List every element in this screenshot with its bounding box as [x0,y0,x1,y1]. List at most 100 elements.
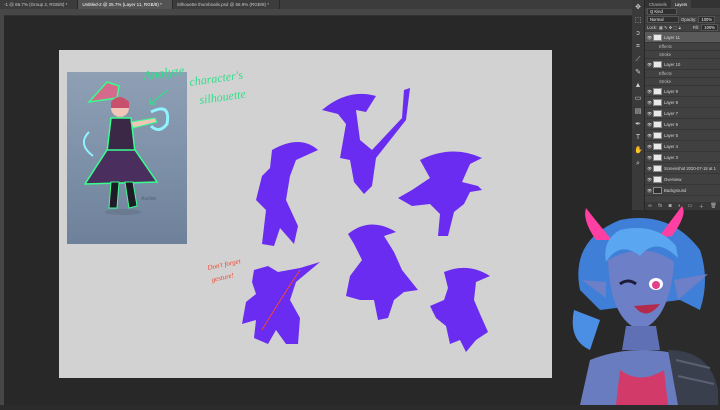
layer-effect-row[interactable]: Stroke [645,78,720,86]
silhouette-4 [242,262,320,344]
lock-row: Lock: ▦ ✎ ✥ ⬚ 🔒︎ Fill: 100% [645,24,720,32]
visibility-eye-icon[interactable]: 👁︎ [647,166,652,171]
layer-row[interactable]: 👁︎ Screenshot 2020-07-18 at 1 [645,163,720,174]
layer-name: Background [664,187,687,193]
layer-thumbnail [653,142,662,150]
type-icon[interactable]: T [634,134,642,142]
fill-field[interactable]: 100% [701,24,718,31]
layer-row[interactable]: 👁︎ Overview [645,174,720,185]
lasso-icon[interactable]: ↄ [634,30,642,38]
layer-thumbnail [653,98,662,106]
pen-icon[interactable]: ✒ [634,121,642,129]
streamer-avatar [560,200,720,405]
silhouette-2 [256,142,318,246]
hand-icon[interactable]: ✋ [634,147,643,155]
layer-row[interactable]: 👁︎ Layer 6 [645,119,720,130]
visibility-eye-icon[interactable]: 👁︎ [647,155,652,160]
visibility-eye-icon[interactable]: 👁︎ [647,188,652,193]
avatar-illustration [572,206,718,405]
silhouettes-layer: Analyze character's silhouette Don't for… [141,62,490,352]
visibility-eye-icon[interactable]: 👁︎ [647,133,652,138]
layer-row[interactable]: 👁︎ Layer 7 [645,108,720,119]
layer-thumbnail [653,109,662,117]
annotation-arrow [149,89,169,105]
visibility-eye-icon[interactable]: 👁︎ [647,62,652,67]
opacity-label: Opacity: [681,17,697,22]
layer-thumbnail [653,131,662,139]
opacity-field[interactable]: 100% [698,16,716,23]
silhouette-6 [430,267,490,352]
stamp-icon[interactable]: ▲ [634,82,642,90]
annotation-gesture: gesture! [211,271,236,284]
annotation-silhouette: silhouette [198,87,247,107]
layer-filter-row: Q Kind [645,8,720,16]
layer-effect-row[interactable]: Stroke [645,51,720,59]
visibility-eye-icon[interactable]: 👁︎ [647,122,652,127]
visibility-eye-icon[interactable]: 👁︎ [647,100,652,105]
layer-row[interactable]: 👁︎ Layer 5 [645,130,720,141]
layer-thumbnail [653,33,662,41]
blend-row: Normal Opacity: 100% [645,16,720,24]
layer-row[interactable]: 👁︎ Background [645,185,720,196]
layer-row[interactable]: 👁︎ Layer 3 [645,152,720,163]
fill-label: Fill: [692,25,700,30]
lock-icons[interactable]: ▦ ✎ ✥ ⬚ 🔒︎ [659,25,681,30]
eraser-icon[interactable]: ▭ [634,95,642,103]
layer-name: Effects [659,71,672,76]
silhouette-1 [322,88,410,194]
layer-thumbnail [653,175,662,183]
tab-channels[interactable]: Channels [645,0,671,8]
annotation-analyze: Analyze [141,62,185,83]
visibility-eye-icon[interactable]: 👁︎ [647,89,652,94]
layer-thumbnail [653,60,662,68]
layers-panel: Channels Layers Q Kind Normal Opacity: 1… [645,0,720,210]
layer-name: Layer 8 [664,99,678,105]
kind-filter-select[interactable]: Q Kind [647,8,677,15]
layer-name: Overview [664,176,682,182]
layer-name: Layer 3 [664,154,678,160]
annotation-dont-forget: Don't forget [206,257,243,272]
visibility-eye-icon[interactable]: 👁︎ [647,177,652,182]
layer-effect-row[interactable]: Effects [645,70,720,78]
crop-icon[interactable]: ⌗ [634,43,642,51]
layer-row[interactable]: 👁︎ Layer 4 [645,141,720,152]
layer-effect-row[interactable]: Effects [645,43,720,51]
layer-list: 👁︎ Layer 11 Effects Stroke 👁︎ Layer 10 Effects… [645,32,720,196]
tab-layers[interactable]: Layers [670,0,692,8]
layer-row[interactable]: 👁︎ Layer 8 [645,97,720,108]
move-icon[interactable]: ✥ [634,4,642,12]
layer-thumbnail [653,186,662,194]
annotation-characters: character's [188,68,244,89]
layer-name: Layer 10 [664,61,681,67]
panel-tabs: Channels Layers [645,0,720,8]
silhouette-5 [346,224,418,320]
visibility-eye-icon[interactable]: 👁︎ [647,111,652,116]
visibility-eye-icon[interactable]: 👁︎ [647,144,652,149]
layer-name: Stroke [659,52,672,57]
layer-thumbnail [653,87,662,95]
layer-row[interactable]: 👁︎ Layer 9 [645,86,720,97]
layer-name: Layer 11 [664,34,680,40]
eyedropper-icon[interactable]: ⟋ [634,56,642,64]
layer-name: Effects [659,44,672,49]
layer-thumbnail [653,153,662,161]
layer-name: Screenshot 2020-07-18 at 1 [664,165,716,171]
blend-mode-select[interactable]: Normal [647,16,679,23]
marquee-icon[interactable]: ⬚ [634,17,642,25]
layer-row[interactable]: 👁︎ Layer 11 [645,32,720,43]
tools-strip: ✥ ⬚ ↄ ⌗ ⟋ ✎ ▲ ▭ ▤ ✒ T ✋ ⌕ [632,0,645,210]
zoom-icon[interactable]: ⌕ [634,160,642,168]
layer-name: Layer 5 [664,132,678,138]
gradient-icon[interactable]: ▤ [634,108,642,116]
layer-name: Layer 4 [664,143,678,149]
brush-icon[interactable]: ✎ [634,69,642,77]
layer-name: Layer 6 [664,121,678,127]
visibility-eye-icon[interactable]: 👁︎ [647,35,652,40]
layer-thumbnail [653,164,662,172]
layer-name: Layer 7 [664,110,678,116]
layer-row[interactable]: 👁︎ Layer 10 [645,59,720,70]
silhouette-3 [398,151,482,236]
layer-thumbnail [653,120,662,128]
layer-name: Layer 9 [664,88,678,94]
lock-label: Lock: [647,25,658,30]
